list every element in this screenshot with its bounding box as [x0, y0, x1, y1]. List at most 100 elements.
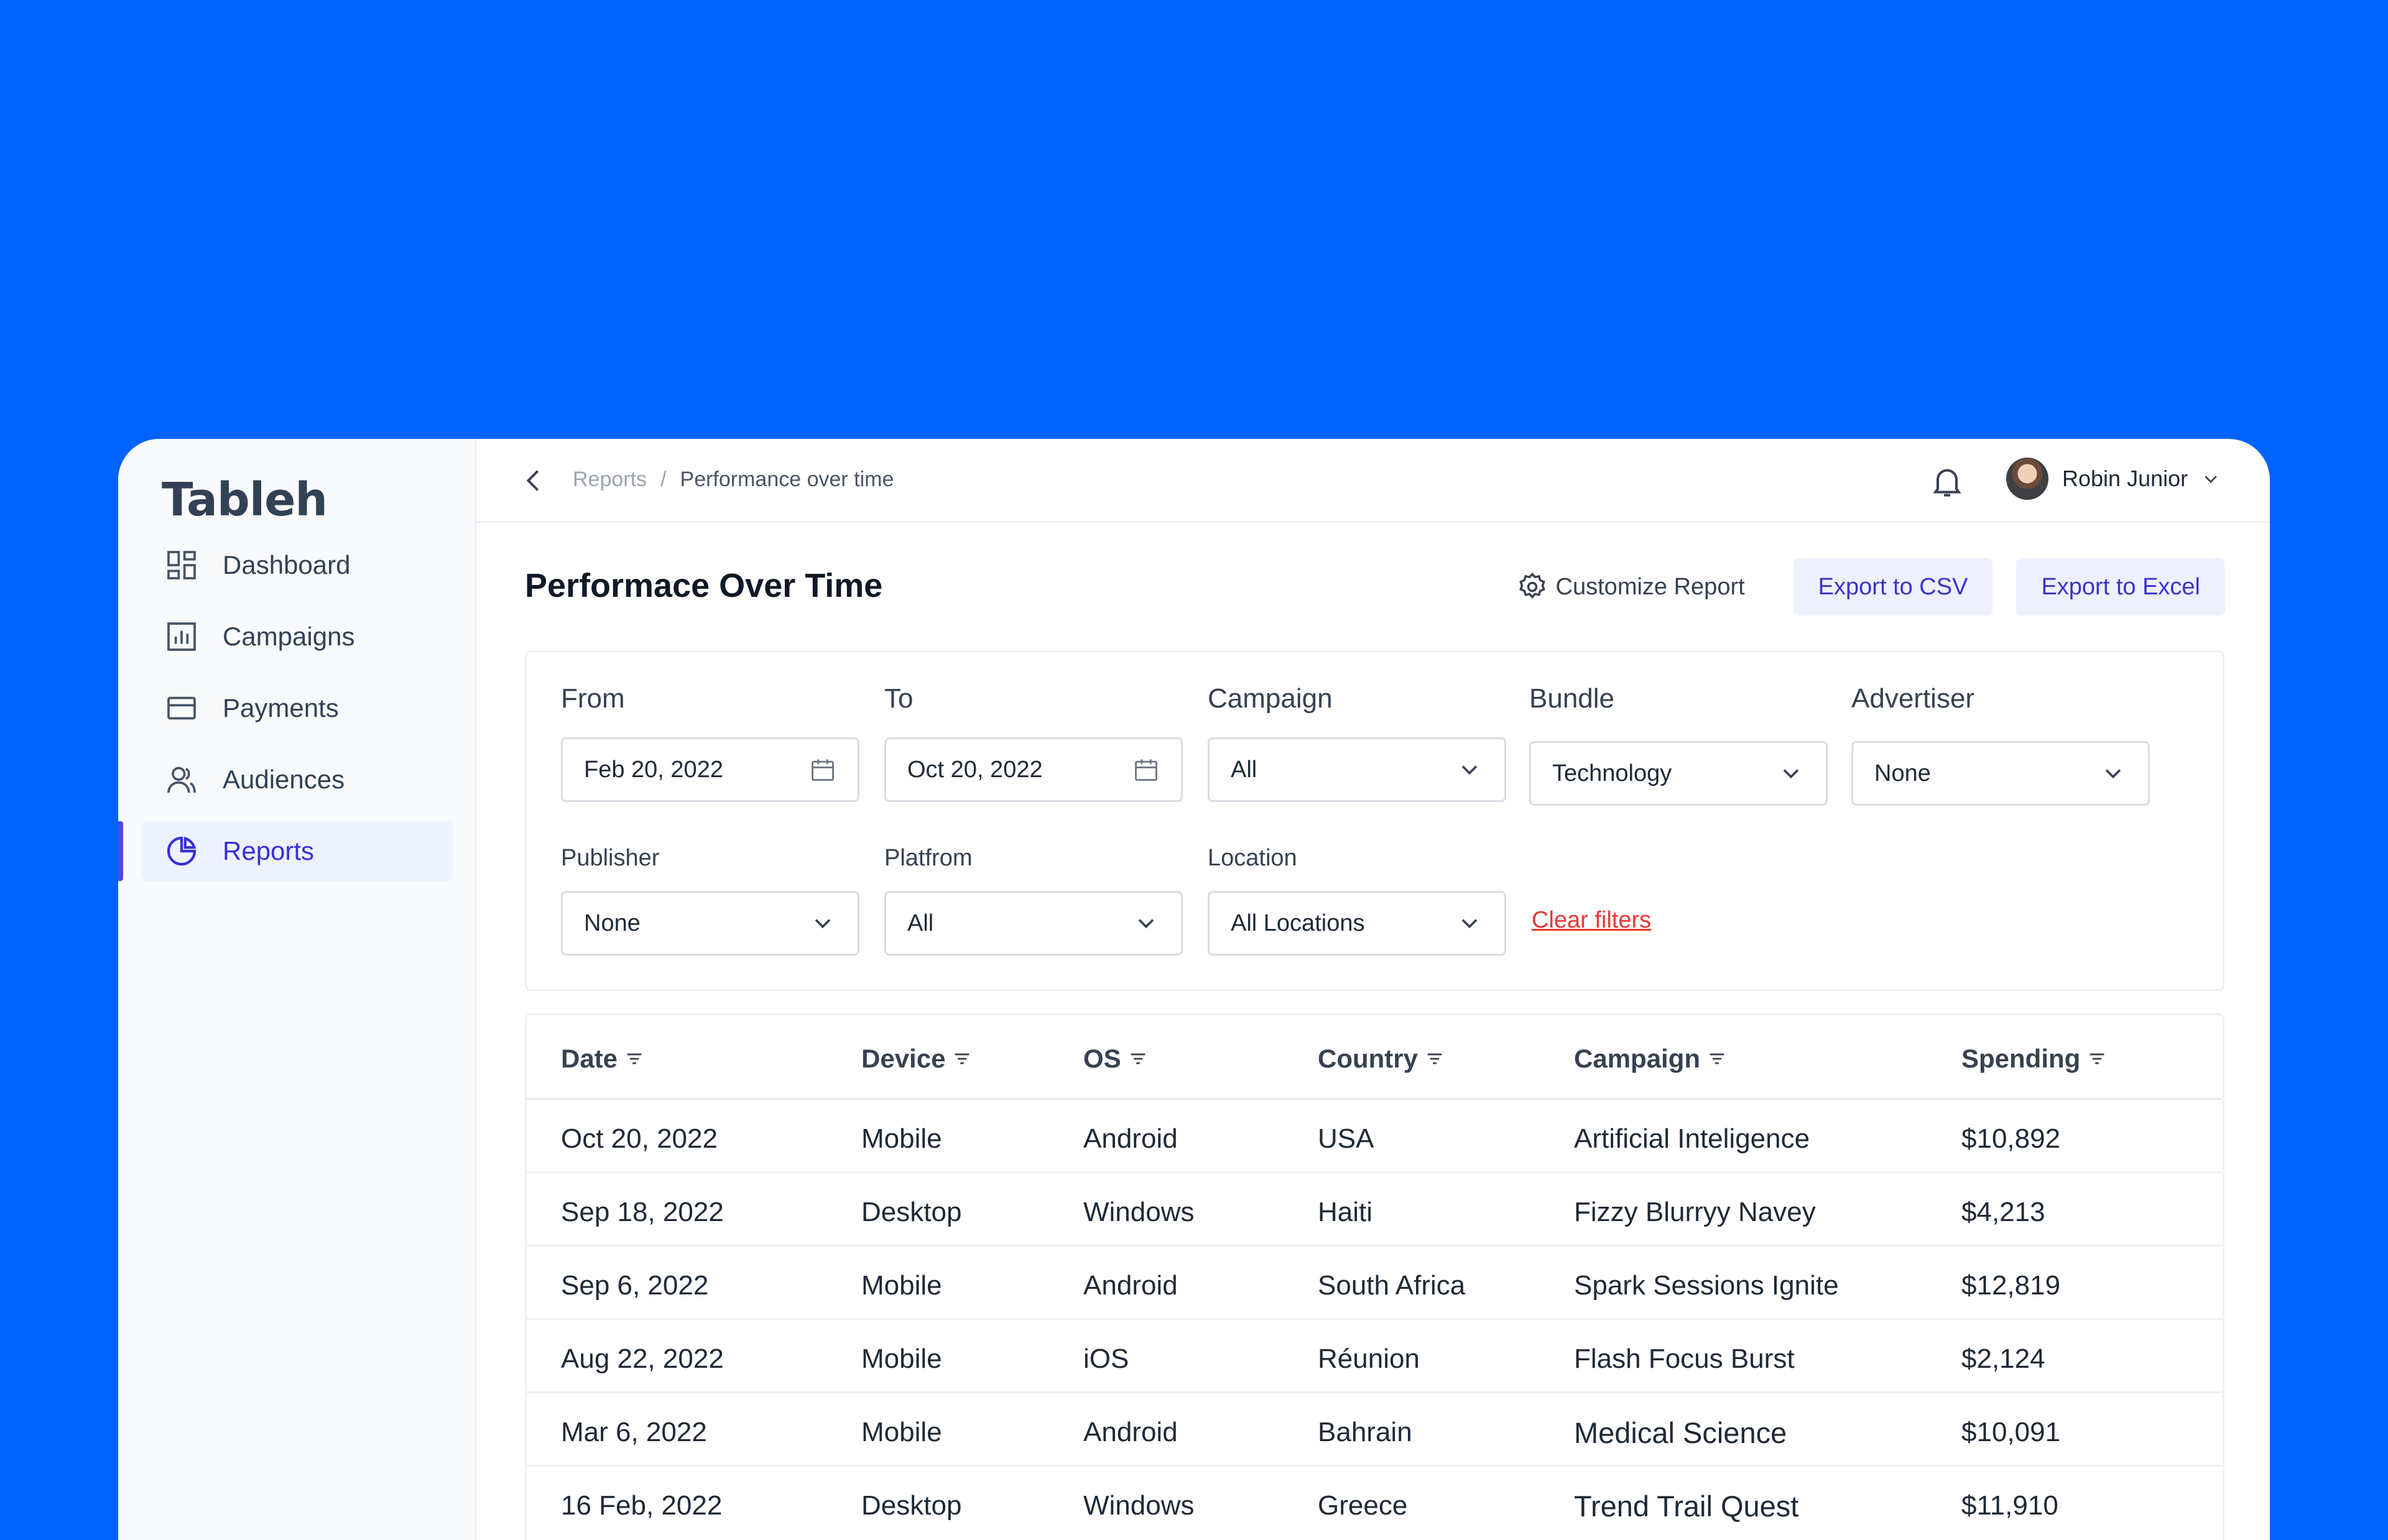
sidebar-item-dashboard[interactable]: Dashboard	[142, 535, 453, 595]
calendar-icon	[1135, 759, 1157, 781]
users-icon	[164, 762, 199, 797]
publisher-select[interactable]: None	[561, 891, 859, 956]
column-header-campaign[interactable]: Campaign	[1574, 1044, 1728, 1074]
bell-icon[interactable]	[1928, 463, 1966, 500]
cell-os: Windows	[1083, 1490, 1195, 1521]
cell-device: Mobile	[861, 1270, 942, 1301]
sidebar-item-reports[interactable]: Reports	[142, 821, 453, 881]
cell-spending: $10,091	[1961, 1417, 2061, 1447]
chevron-left-icon[interactable]	[520, 466, 548, 495]
column-header-spending[interactable]: Spending	[1961, 1044, 2108, 1074]
user-menu[interactable]: Robin Junior	[2006, 458, 2220, 500]
cell-country: South Africa	[1318, 1270, 1466, 1301]
publisher-label: Publisher	[561, 845, 660, 871]
export-excel-button[interactable]: Export to Excel	[2016, 558, 2225, 616]
column-header-label: Date	[561, 1044, 618, 1073]
chevron-down-icon	[1783, 769, 1799, 779]
table-row[interactable]: 16 Feb, 2022 Desktop Windows Greece Tren…	[527, 1467, 2223, 1540]
user-name: Robin Junior	[2062, 466, 2188, 491]
campaign-value: All	[1231, 756, 1257, 783]
customize-report-label: Customize Report	[1555, 573, 1745, 600]
from-label: From	[561, 683, 625, 714]
column-header-label: Country	[1318, 1044, 1418, 1073]
advertiser-select[interactable]: None	[1851, 741, 2150, 806]
table-row[interactable]: Sep 18, 2022 Desktop Windows Haiti Fizzy…	[527, 1173, 2223, 1247]
column-header-label: Campaign	[1574, 1044, 1701, 1073]
campaign-label: Campaign	[1208, 683, 1333, 714]
bundle-value: Technology	[1552, 760, 1672, 786]
filter-icon	[1131, 1053, 1145, 1064]
cell-campaign: Flash Focus Burst	[1574, 1344, 1795, 1374]
brand-logo: Tableh	[162, 473, 328, 527]
cell-spending: $11,910	[1961, 1490, 2058, 1521]
sidebar-item-campaigns[interactable]: Campaigns	[142, 607, 453, 666]
breadcrumb: Reports / Performance over time	[573, 468, 894, 492]
cell-spending: $4,213	[1961, 1197, 2045, 1227]
chevron-down-icon	[815, 919, 831, 929]
table-row[interactable]: Oct 20, 2022 Mobile Android USA Artifici…	[527, 1100, 2223, 1173]
cell-device: Desktop	[861, 1197, 962, 1227]
sidebar-item-label: Dashboard	[223, 550, 351, 579]
location-select[interactable]: All Locations	[1208, 891, 1506, 956]
sidebar-item-label: Audiences	[223, 765, 345, 794]
platform-select[interactable]: All	[884, 891, 1183, 956]
clear-filters-link[interactable]: Clear filters	[1532, 907, 1651, 934]
cell-device: Mobile	[861, 1344, 942, 1374]
customize-report-button[interactable]: Customize Report	[1516, 571, 1745, 603]
breadcrumb-separator: /	[660, 468, 667, 491]
cell-date: Sep 6, 2022	[561, 1270, 709, 1301]
chevron-down-icon	[2105, 769, 2121, 779]
column-header-label: Spending	[1961, 1044, 2081, 1073]
filter-icon	[627, 1053, 642, 1064]
sidebar-item-label: Payments	[223, 693, 339, 722]
column-header-os[interactable]: OS	[1083, 1044, 1149, 1074]
column-header-label: Device	[861, 1044, 946, 1073]
cell-date: Aug 22, 2022	[561, 1344, 724, 1374]
campaign-select[interactable]: All	[1208, 737, 1506, 802]
bundle-select[interactable]: Technology	[1529, 741, 1828, 806]
platform-label: Platfrom	[884, 845, 973, 871]
column-header-label: OS	[1083, 1044, 1121, 1073]
cell-country: USA	[1318, 1123, 1374, 1154]
page-actions: Customize Report Export to CSV Export to…	[1516, 558, 2225, 616]
cell-device: Mobile	[861, 1417, 942, 1447]
performance-table: Date Device OS Country Campaign Spending…	[525, 1013, 2224, 1540]
sidebar-item-payments[interactable]: Payments	[142, 678, 453, 738]
sidebar-item-label: Reports	[223, 836, 315, 865]
column-header-country[interactable]: Country	[1318, 1044, 1445, 1074]
calendar-icon	[812, 759, 834, 781]
cell-campaign: Artificial Inteligence	[1574, 1123, 1810, 1154]
avatar	[2006, 458, 2048, 500]
breadcrumb-reports-link[interactable]: Reports	[573, 468, 647, 492]
advertiser-label: Advertiser	[1851, 683, 1975, 714]
sidebar-item-audiences[interactable]: Audiences	[142, 750, 453, 809]
sidebar-item-label: Campaigns	[223, 622, 355, 651]
top-bar: Reports / Performance over time Robin Ju…	[476, 439, 2270, 523]
cell-campaign: Fizzy Blurryy Navey	[1574, 1197, 1816, 1227]
cell-date: Sep 18, 2022	[561, 1197, 724, 1227]
cell-device: Desktop	[861, 1490, 962, 1521]
cell-os: Windows	[1083, 1197, 1195, 1227]
table-row[interactable]: Aug 22, 2022 Mobile iOS Réunion Flash Fo…	[527, 1320, 2223, 1393]
chevron-down-icon	[1138, 919, 1154, 929]
app-window: Tableh Dashboard Campaigns Payments Audi…	[118, 439, 2270, 1540]
from-date-value: Feb 20, 2022	[584, 756, 723, 783]
cell-country: Bahrain	[1318, 1417, 1412, 1447]
main-content: Reports / Performance over time Robin Ju…	[476, 439, 2270, 1540]
export-csv-button[interactable]: Export to CSV	[1793, 558, 1993, 616]
grid-icon	[164, 548, 199, 583]
from-date-field[interactable]: Feb 20, 2022	[561, 737, 859, 802]
cell-campaign: Trend Trail Quest	[1574, 1490, 1799, 1523]
cell-device: Mobile	[861, 1123, 942, 1154]
to-date-field[interactable]: Oct 20, 2022	[884, 737, 1183, 802]
location-label: Location	[1208, 845, 1297, 871]
table-row[interactable]: Mar 6, 2022 Mobile Android Bahrain Medic…	[527, 1393, 2223, 1467]
cell-country: Réunion	[1318, 1344, 1420, 1374]
table-header: Date Device OS Country Campaign Spending	[527, 1015, 2223, 1100]
column-header-date[interactable]: Date	[561, 1044, 645, 1074]
column-header-device[interactable]: Device	[861, 1044, 973, 1074]
breadcrumb-current: Performance over time	[680, 468, 894, 491]
table-row[interactable]: Sep 6, 2022 Mobile Android South Africa …	[527, 1247, 2223, 1320]
filter-icon	[1427, 1053, 1442, 1064]
cell-campaign: Medical Science	[1574, 1416, 1787, 1449]
